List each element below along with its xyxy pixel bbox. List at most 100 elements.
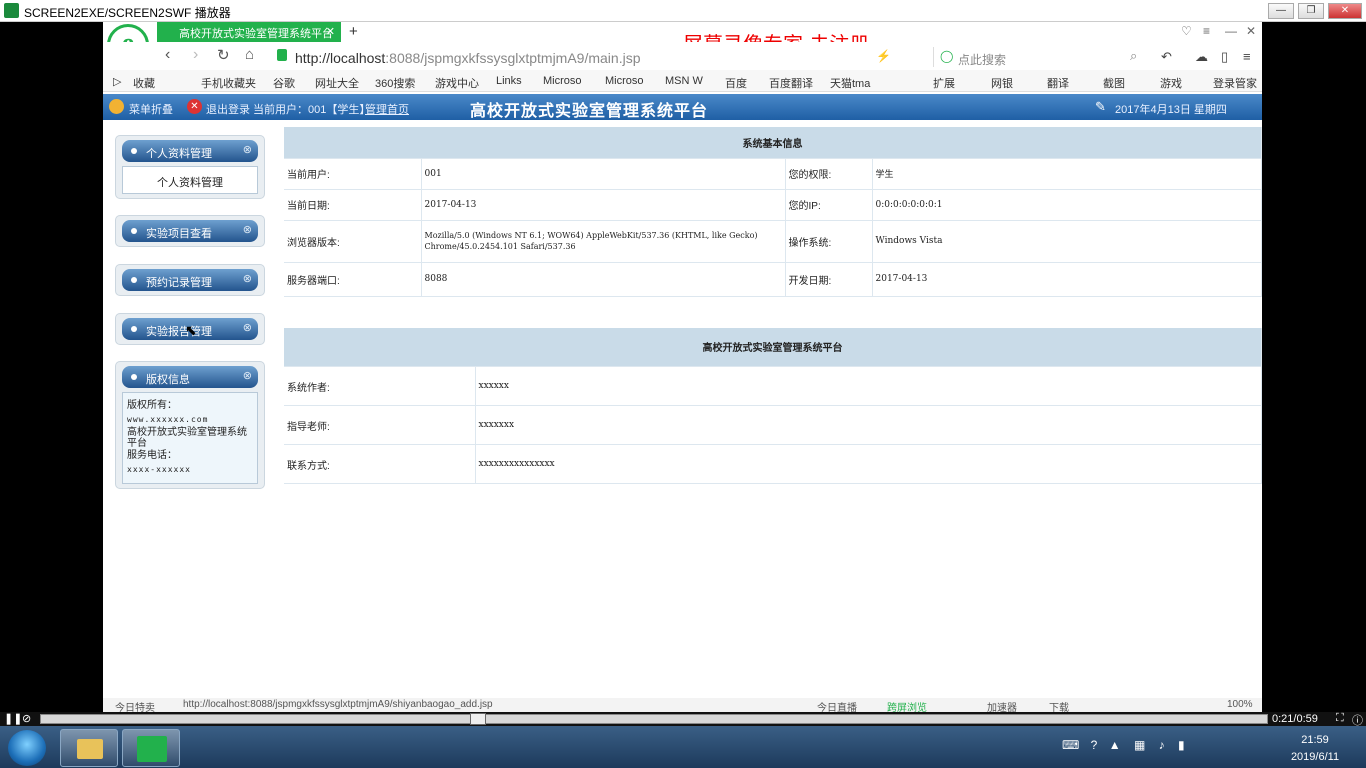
minimize-button[interactable]: — (1268, 3, 1294, 19)
side-menu: 个人资料管理 个人资料管理 实验项目查看 预约记录管理 实验报告管理 版权信息 … (103, 120, 283, 700)
tray-expand-icon[interactable]: ▲ (1109, 738, 1121, 752)
bookmark-item[interactable]: MSN W (665, 75, 703, 87)
bookmark-item[interactable]: 百度 (725, 75, 747, 91)
back-icon[interactable]: ‹ (165, 46, 170, 64)
status-zoom[interactable]: 100% (1227, 699, 1253, 710)
tab-close-icon[interactable]: ✕ (326, 25, 335, 38)
current-user-text: 当前用户：001【学生】 (253, 104, 371, 116)
bookmark-item[interactable]: 谷歌 (273, 75, 295, 91)
role-label: 您的权限: (785, 158, 873, 190)
seek-handle[interactable] (470, 713, 486, 725)
undo-icon[interactable]: ↶ (1161, 49, 1172, 65)
dev-date-value: 2017-04-13 (872, 262, 1262, 297)
phone-label: 服务电话： (127, 450, 177, 461)
bookmark-item[interactable]: 网银 (991, 75, 1013, 91)
seek-bar[interactable] (40, 714, 1268, 724)
taskbar-clock[interactable]: 21:59 2019/6/11 (1280, 732, 1350, 766)
app-header: 菜单折叠 ✕ 退出登录 当前用户：001【学生】 管理首页 高校开放式实验室管理… (103, 94, 1262, 120)
copyright-site: www.xxxxxx.com (127, 415, 209, 424)
copyright-body: 版权所有： www.xxxxxx.com 高校开放式实验室管理系统平台 服务电话… (122, 392, 258, 484)
bookmark-item[interactable]: 截图 (1103, 75, 1125, 91)
bookmark-item[interactable]: 扩展 (933, 75, 955, 91)
explorer-taskbar-button[interactable] (60, 729, 118, 767)
port-value: 8088 (421, 262, 786, 297)
bookmark-toggle-icon[interactable]: ▷ (113, 75, 121, 88)
player-taskbar-button[interactable] (122, 729, 180, 767)
bookmark-item[interactable]: Links (496, 75, 522, 87)
bookmark-item[interactable]: 网址大全 (315, 75, 359, 91)
panel-booking: 预约记录管理 (115, 264, 265, 296)
fold-icon[interactable] (109, 99, 124, 114)
bookmark-item[interactable]: 手机收藏夹 (201, 75, 256, 91)
lightning-icon[interactable]: ⚡ (876, 49, 891, 63)
author-label: 系统作者: (284, 366, 476, 406)
browser-close-icon[interactable]: ✕ (1246, 24, 1256, 38)
table-row: 指导老师: xxxxxxx (284, 405, 1262, 445)
tab-main[interactable]: 高校开放式实验室管理系统平台 ✕ (157, 22, 341, 42)
bookmark-item[interactable]: 游戏 (1160, 75, 1182, 91)
status-url: http://localhost:8088/jspmgxkfssysglxtpt… (183, 699, 493, 710)
app-title: 高校开放式实验室管理系统平台 (470, 103, 709, 120)
system-info-title: 系统基本信息 (284, 127, 1262, 159)
cloud-icon[interactable]: ☁ (1195, 49, 1208, 65)
playback-time: 0:21/0:59 (1272, 713, 1318, 725)
panel-profile: 个人资料管理 个人资料管理 (115, 135, 265, 199)
menu-fold-link[interactable]: 菜单折叠 (129, 101, 173, 117)
role-value: 学生 (872, 158, 1262, 190)
search-icon[interactable]: ⌕ (1130, 48, 1137, 64)
main-menu-icon[interactable]: ≡ (1243, 49, 1251, 64)
search-box[interactable]: ◯ 点此搜索 ⌕ (933, 47, 1143, 67)
bookmark-item[interactable]: 翻译 (1047, 75, 1069, 91)
date-value: 2017-04-13 (421, 189, 786, 221)
bookmark-item[interactable]: 百度翻译 (769, 75, 813, 91)
teacher-label: 指导老师: (284, 405, 476, 445)
menu-item-profile[interactable]: 个人资料管理 (122, 166, 258, 194)
url-text[interactable]: http://localhost:8088/jspmgxkfssysglxtpt… (295, 50, 640, 66)
browser-minimize-icon[interactable]: — (1225, 24, 1237, 38)
tab-bar: e 高校开放式实验室管理系统平台 ✕ + 屏幕录像专家 未注册 ♡ ≡ — ✕ (103, 22, 1262, 66)
system-info-table: 系统基本信息 当前用户: 001 您的权限: 学生 当前日期: 2017-04-… (284, 127, 1262, 297)
bookmark-item[interactable]: Microso (543, 75, 582, 87)
bookmark-item[interactable]: 天猫tma (830, 75, 870, 91)
calendar-icon: ✎ (1095, 99, 1106, 114)
menu-header-booking[interactable]: 预约记录管理 (122, 269, 258, 291)
menu-header-profile[interactable]: 个人资料管理 (122, 140, 258, 162)
bookmark-item[interactable]: 收藏 (133, 75, 155, 91)
network-icon[interactable]: ▦ (1134, 738, 1145, 752)
contact-label: 联系方式: (284, 444, 476, 484)
signal-icon[interactable]: ▮ (1178, 738, 1185, 752)
bookmark-item[interactable]: 360搜索 (375, 75, 415, 91)
bookmark-item[interactable]: 游戏中心 (435, 75, 479, 91)
fullscreen-icon[interactable]: ⛶ (1336, 712, 1344, 725)
header-date: 2017年4月13日 星期四 (1115, 104, 1227, 116)
search-engine-icon: ◯ (940, 49, 954, 63)
mobile-icon[interactable]: ▯ (1221, 49, 1228, 65)
help-icon[interactable]: ? (1091, 738, 1098, 752)
current-user-label: 当前用户: (284, 158, 422, 190)
logout-link[interactable]: 退出登录 (206, 101, 250, 117)
start-button[interactable] (8, 730, 46, 766)
bookmark-item[interactable]: Microso (605, 75, 644, 87)
forward-icon[interactable]: › (193, 46, 198, 64)
home-icon[interactable]: ⌂ (245, 46, 254, 63)
skin-icon[interactable]: ♡ (1181, 24, 1192, 38)
reload-icon[interactable]: ↻ (217, 46, 230, 64)
restore-button[interactable]: ❐ (1298, 3, 1324, 19)
keyboard-icon[interactable]: ⌨ (1062, 738, 1079, 752)
home-link[interactable]: 管理首页 (365, 101, 409, 117)
menu-header-copyright[interactable]: 版权信息 (122, 366, 258, 388)
new-tab-icon[interactable]: + (349, 23, 358, 40)
volume-icon[interactable]: ♪ (1159, 738, 1165, 752)
close-button[interactable]: ✕ (1328, 3, 1362, 19)
author-value: xxxxxx (475, 366, 1262, 406)
search-placeholder: 点此搜索 (958, 53, 1007, 67)
menu-lines-icon[interactable]: ≡ (1203, 24, 1210, 38)
logout-icon[interactable]: ✕ (187, 99, 202, 114)
panel-copyright: 版权信息 版权所有： www.xxxxxx.com 高校开放式实验室管理系统平台… (115, 361, 265, 489)
player-title: SCREEN2EXE/SCREEN2SWF 播放器 (24, 6, 231, 20)
bookmark-item[interactable]: 登录管家 (1213, 75, 1257, 91)
menu-header-project[interactable]: 实验项目查看 (122, 220, 258, 242)
pause-icon[interactable]: ❚❚ (4, 712, 22, 725)
table-row: 当前用户: 001 您的权限: 学生 (284, 158, 1262, 190)
stop-icon[interactable]: ⊘ (22, 712, 31, 725)
